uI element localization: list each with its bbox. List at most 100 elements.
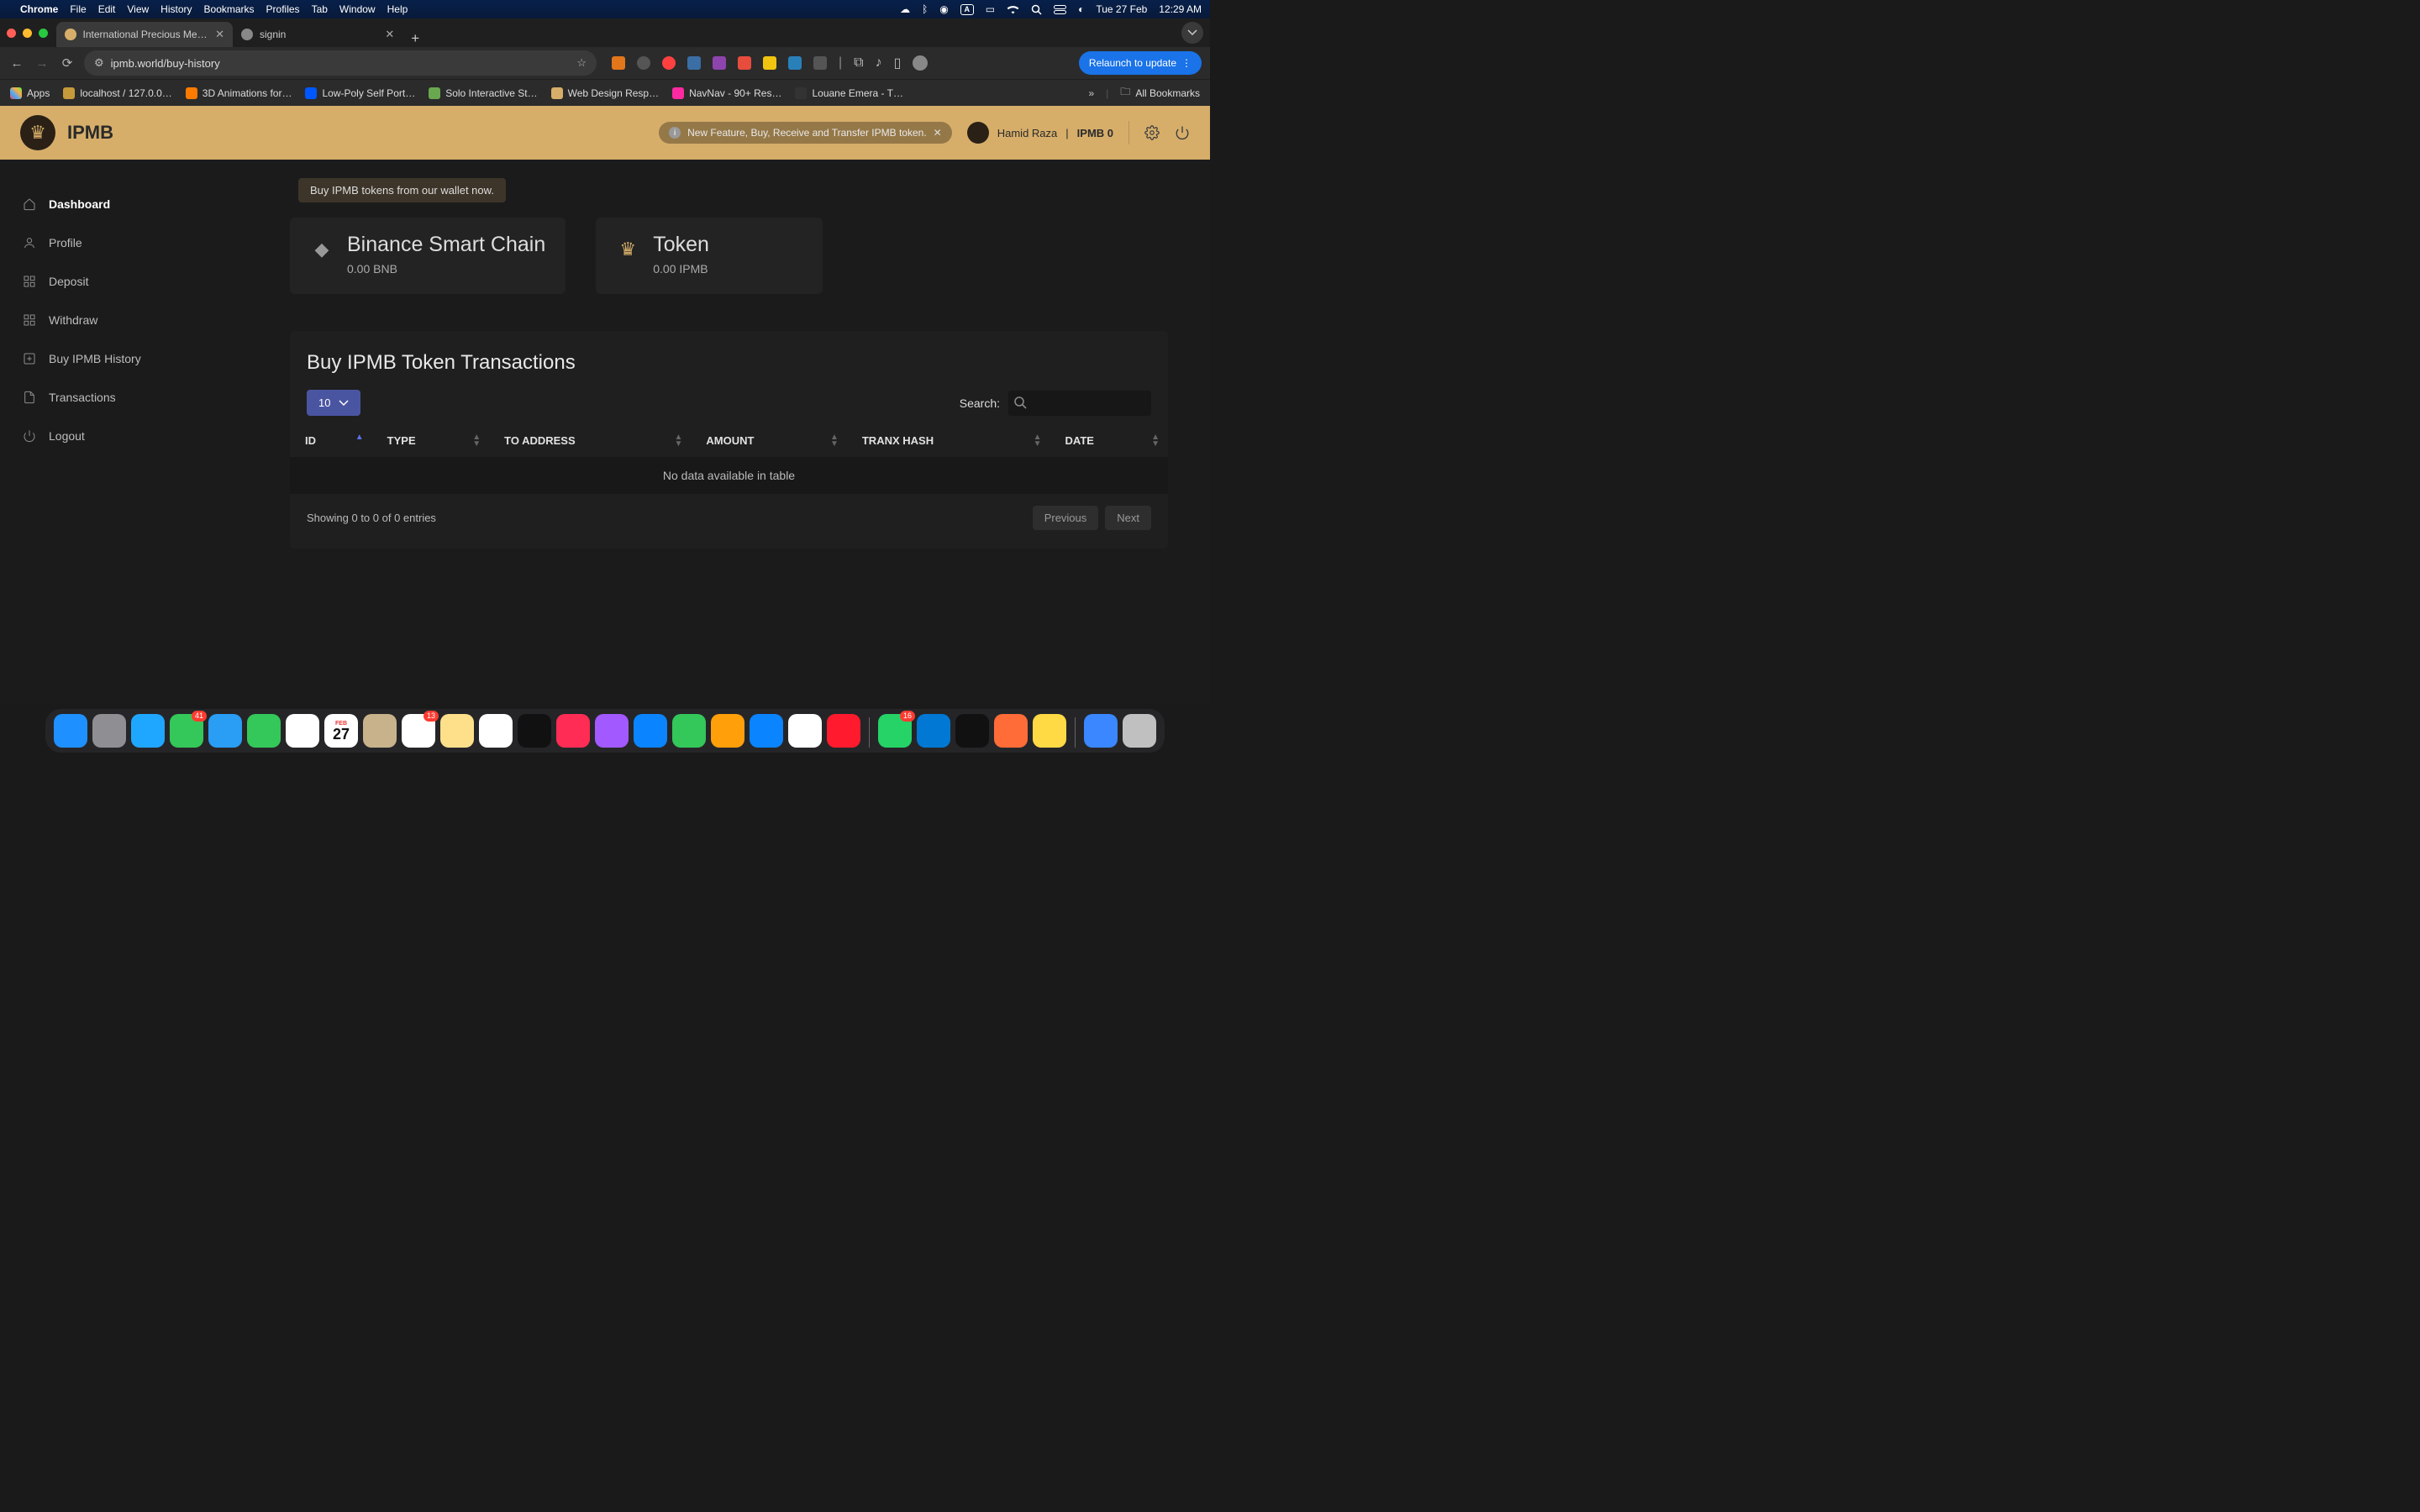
pager-next-button[interactable]: Next	[1105, 506, 1151, 530]
relaunch-update-button[interactable]: Relaunch to update ⋮	[1079, 51, 1202, 75]
cloud-icon[interactable]: ☁︎	[900, 3, 910, 15]
sidebar-item-dashboard[interactable]: Dashboard	[0, 185, 281, 223]
dock-app-pages[interactable]	[711, 714, 744, 748]
dock-app-numbers[interactable]	[672, 714, 706, 748]
col-type[interactable]: TYPE▲▼	[372, 424, 489, 457]
bookmark-item[interactable]: Solo Interactive St…	[429, 87, 537, 99]
control-center-icon[interactable]	[1054, 5, 1066, 14]
spotlight-icon[interactable]	[1031, 4, 1042, 15]
dock-app-finder[interactable]	[54, 714, 87, 748]
menu-history[interactable]: History	[160, 3, 192, 15]
nav-back-button[interactable]: ←	[8, 56, 25, 71]
extensions-puzzle-icon[interactable]	[813, 56, 827, 70]
dock-app-appletv[interactable]	[518, 714, 551, 748]
bookmark-item[interactable]: localhost / 127.0.0…	[63, 87, 171, 99]
dock-app-podcasts[interactable]	[595, 714, 629, 748]
menu-window[interactable]: Window	[339, 3, 376, 15]
dock-app-appstore[interactable]	[634, 714, 667, 748]
menubar-date[interactable]: Tue 27 Feb	[1096, 3, 1147, 15]
extension-icon[interactable]	[662, 56, 676, 70]
window-close-button[interactable]	[7, 29, 16, 38]
dock-app-safari[interactable]	[131, 714, 165, 748]
extension-icon[interactable]	[738, 56, 751, 70]
extension-icon[interactable]	[763, 56, 776, 70]
dock-app-notes[interactable]	[440, 714, 474, 748]
sidebar-item-transactions[interactable]: Transactions	[0, 378, 281, 417]
bookmark-star-icon[interactable]: ☆	[576, 56, 587, 70]
sidebar-item-withdraw[interactable]: Withdraw	[0, 301, 281, 339]
dock-app-freeform[interactable]	[479, 714, 513, 748]
dock-app-music[interactable]	[556, 714, 590, 748]
banner-close-icon[interactable]: ✕	[934, 127, 942, 139]
bookmark-item[interactable]: Low-Poly Self Port…	[305, 87, 415, 99]
nav-reload-button[interactable]: ⟳	[59, 55, 76, 71]
dock-app-mail2[interactable]	[1033, 714, 1066, 748]
buy-tokens-pill[interactable]: Buy IPMB tokens from our wallet now.	[298, 178, 506, 202]
window-fullscreen-button[interactable]	[39, 29, 48, 38]
ipmb-logo-icon[interactable]: ♛	[20, 115, 55, 150]
power-icon[interactable]	[1175, 125, 1190, 140]
profile-avatar-icon[interactable]	[913, 55, 928, 71]
metamask-icon[interactable]	[612, 56, 625, 70]
dock-app-trash[interactable]	[1123, 714, 1156, 748]
menubar-time[interactable]: 12:29 AM	[1159, 3, 1202, 15]
battery-icon[interactable]: ▭	[986, 3, 995, 15]
menu-edit[interactable]: Edit	[98, 3, 116, 15]
col-id[interactable]: ID▲	[290, 424, 372, 457]
bookmark-item[interactable]: Web Design Resp…	[551, 87, 660, 99]
extension-icon[interactable]	[713, 56, 726, 70]
col-tranx-hash[interactable]: TRANX HASH▲▼	[847, 424, 1050, 457]
tab-close-icon[interactable]: ✕	[385, 28, 394, 41]
sidebar-item-buy-history[interactable]: Buy IPMB History	[0, 339, 281, 378]
cast-icon[interactable]: ⧉	[854, 55, 863, 71]
dock-app-app-store-2[interactable]	[750, 714, 783, 748]
nav-forward-button[interactable]: →	[34, 56, 50, 71]
sidepanel-icon[interactable]: ▯	[894, 55, 902, 71]
bookmark-item[interactable]: 3D Animations for…	[186, 87, 292, 99]
user-block[interactable]: Hamid Raza | IPMB 0	[967, 122, 1113, 144]
dock-app-downloads[interactable]	[1084, 714, 1118, 748]
bookmark-item[interactable]: NavNav - 90+ Res…	[672, 87, 781, 99]
site-settings-icon[interactable]: ⚙	[94, 56, 104, 70]
menu-bookmarks[interactable]: Bookmarks	[204, 3, 255, 15]
dock-app-whatsapp[interactable]: 16	[878, 714, 912, 748]
dock-app-contacts[interactable]	[363, 714, 397, 748]
dock-app-postman[interactable]	[994, 714, 1028, 748]
wifi-icon[interactable]	[1007, 5, 1019, 14]
sidebar-item-logout[interactable]: Logout	[0, 417, 281, 455]
tab-overflow-button[interactable]	[1181, 22, 1203, 44]
play-circle-icon[interactable]: ◉	[939, 3, 948, 15]
col-to-address[interactable]: TO ADDRESS▲▼	[489, 424, 691, 457]
input-source-icon[interactable]: A	[960, 4, 974, 15]
dock-app-launchpad[interactable]	[92, 714, 126, 748]
sidebar-item-profile[interactable]: Profile	[0, 223, 281, 262]
pager-prev-button[interactable]: Previous	[1033, 506, 1099, 530]
extension-icon[interactable]	[637, 56, 650, 70]
menubar-app-name[interactable]: Chrome	[20, 3, 58, 15]
tab-close-icon[interactable]: ✕	[215, 28, 224, 41]
chrome-tab[interactable]: signin ✕	[233, 22, 402, 47]
search-input[interactable]	[1008, 391, 1151, 416]
media-icon[interactable]: ♪	[876, 55, 882, 71]
settings-gear-icon[interactable]	[1144, 125, 1160, 140]
bluetooth-icon[interactable]: ᛒ	[922, 3, 928, 15]
dock-app-facetime[interactable]	[247, 714, 281, 748]
bookmarks-overflow-icon[interactable]: »	[1088, 87, 1094, 99]
dock-app-terminal[interactable]	[955, 714, 989, 748]
dock-app-reminders[interactable]: 13	[402, 714, 435, 748]
dock-app-chrome[interactable]	[788, 714, 822, 748]
dock-app-opera[interactable]	[827, 714, 860, 748]
dock-app-mail[interactable]	[208, 714, 242, 748]
extension-icon[interactable]	[687, 56, 701, 70]
bookmark-apps[interactable]: Apps	[10, 87, 50, 99]
all-bookmarks-button[interactable]: 🗀 All Bookmarks	[1120, 84, 1200, 102]
col-amount[interactable]: AMOUNT▲▼	[691, 424, 846, 457]
sidebar-item-deposit[interactable]: Deposit	[0, 262, 281, 301]
menu-view[interactable]: View	[127, 3, 149, 15]
col-date[interactable]: DATE▲▼	[1050, 424, 1168, 457]
dock-app-vscode[interactable]	[917, 714, 950, 748]
address-bar[interactable]: ⚙ ipmb.world/buy-history ☆	[84, 50, 597, 76]
extension-icon[interactable]	[788, 56, 802, 70]
dock-app-photos[interactable]	[286, 714, 319, 748]
bookmark-item[interactable]: Louane Emera - T…	[795, 87, 903, 99]
